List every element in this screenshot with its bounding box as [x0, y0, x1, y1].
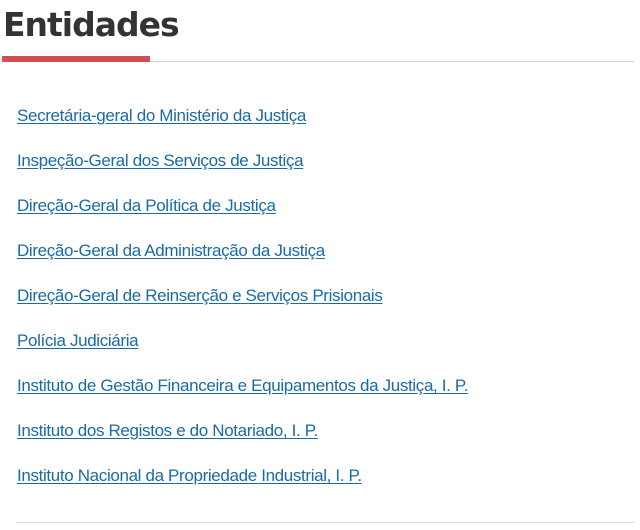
- entity-link-registos-notariado[interactable]: Instituto dos Registos e do Notariado, I…: [17, 415, 318, 447]
- list-item: Instituto Nacional da Propriedade Indust…: [0, 460, 468, 505]
- list-item: Secretária-geral do Ministério da Justiç…: [0, 100, 468, 145]
- section-title: Entidades: [3, 5, 180, 44]
- entity-link-policia-judiciaria[interactable]: Polícia Judiciária: [17, 325, 139, 357]
- list-item: Direção-Geral de Reinserção e Serviços P…: [0, 280, 468, 325]
- section-header: Entidades: [0, 0, 634, 62]
- entity-list: Secretária-geral do Ministério da Justiç…: [0, 100, 468, 505]
- entity-link-gestao-financeira[interactable]: Instituto de Gestão Financeira e Equipam…: [17, 370, 468, 402]
- entity-link-propriedade-industrial[interactable]: Instituto Nacional da Propriedade Indust…: [17, 460, 362, 492]
- entity-link-reinsercao-servicos-prisionais[interactable]: Direção-Geral de Reinserção e Serviços P…: [17, 280, 383, 312]
- header-accent-bar: [2, 56, 150, 62]
- entity-link-secretaria-geral[interactable]: Secretária-geral do Ministério da Justiç…: [17, 100, 306, 132]
- entity-link-politica-justica[interactable]: Direção-Geral da Política de Justiça: [17, 190, 276, 222]
- list-item: Direção-Geral da Administração da Justiç…: [0, 235, 468, 280]
- entity-link-administracao-justica[interactable]: Direção-Geral da Administração da Justiç…: [17, 235, 325, 267]
- entity-link-inspecao-geral[interactable]: Inspeção-Geral dos Serviços de Justiça: [17, 145, 304, 177]
- list-item: Polícia Judiciária: [0, 325, 468, 370]
- list-item: Instituto de Gestão Financeira e Equipam…: [0, 370, 468, 415]
- list-item: Direção-Geral da Política de Justiça: [0, 190, 468, 235]
- footer-divider: [17, 522, 634, 523]
- list-item: Instituto dos Registos e do Notariado, I…: [0, 415, 468, 460]
- list-item: Inspeção-Geral dos Serviços de Justiça: [0, 145, 468, 190]
